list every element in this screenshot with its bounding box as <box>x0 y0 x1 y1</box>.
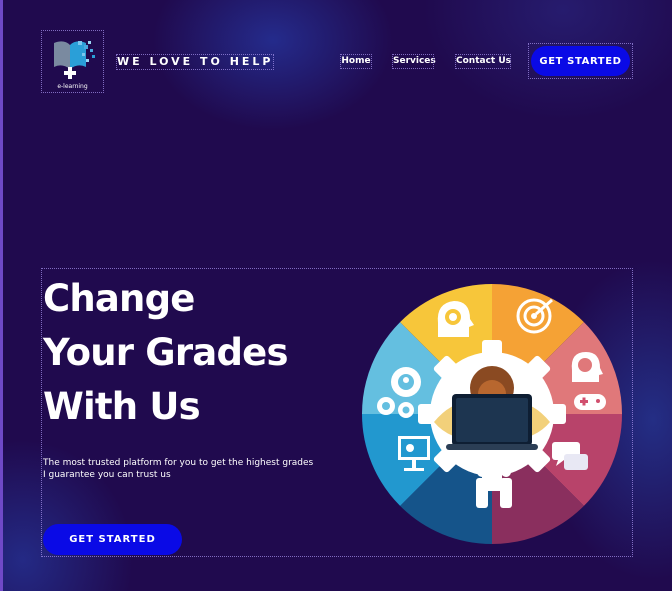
hero-title: Change Your Grades With Us <box>43 272 288 434</box>
nav-contact-link[interactable]: Contact Us <box>455 54 511 69</box>
hero-title-line-3: With Us <box>43 385 201 428</box>
svg-text:e-learning: e-learning <box>57 83 88 90</box>
hero-subtitle: The most trusted platform for you to get… <box>43 457 313 481</box>
elearning-wheel-illustration <box>362 284 622 544</box>
nav-services-link[interactable]: Services <box>392 54 436 69</box>
header-get-started-button[interactable]: GET STARTED <box>531 46 630 76</box>
logo[interactable]: e-learning <box>41 30 104 93</box>
hero-title-line-1: Change <box>43 277 195 320</box>
hero-title-line-2: Your Grades <box>43 331 288 374</box>
gamepad-icon <box>574 394 606 410</box>
nav-home-link[interactable]: Home <box>340 54 372 69</box>
hero-subtitle-line-2: I guarantee you can trust us <box>43 470 171 480</box>
brand-tagline: WE LOVE TO HELP <box>115 54 275 70</box>
hero-get-started-button[interactable]: GET STARTED <box>43 524 182 555</box>
hero-subtitle-line-1: The most trusted platform for you to get… <box>43 458 314 468</box>
e-learning-logo-icon: e-learning <box>54 41 95 90</box>
